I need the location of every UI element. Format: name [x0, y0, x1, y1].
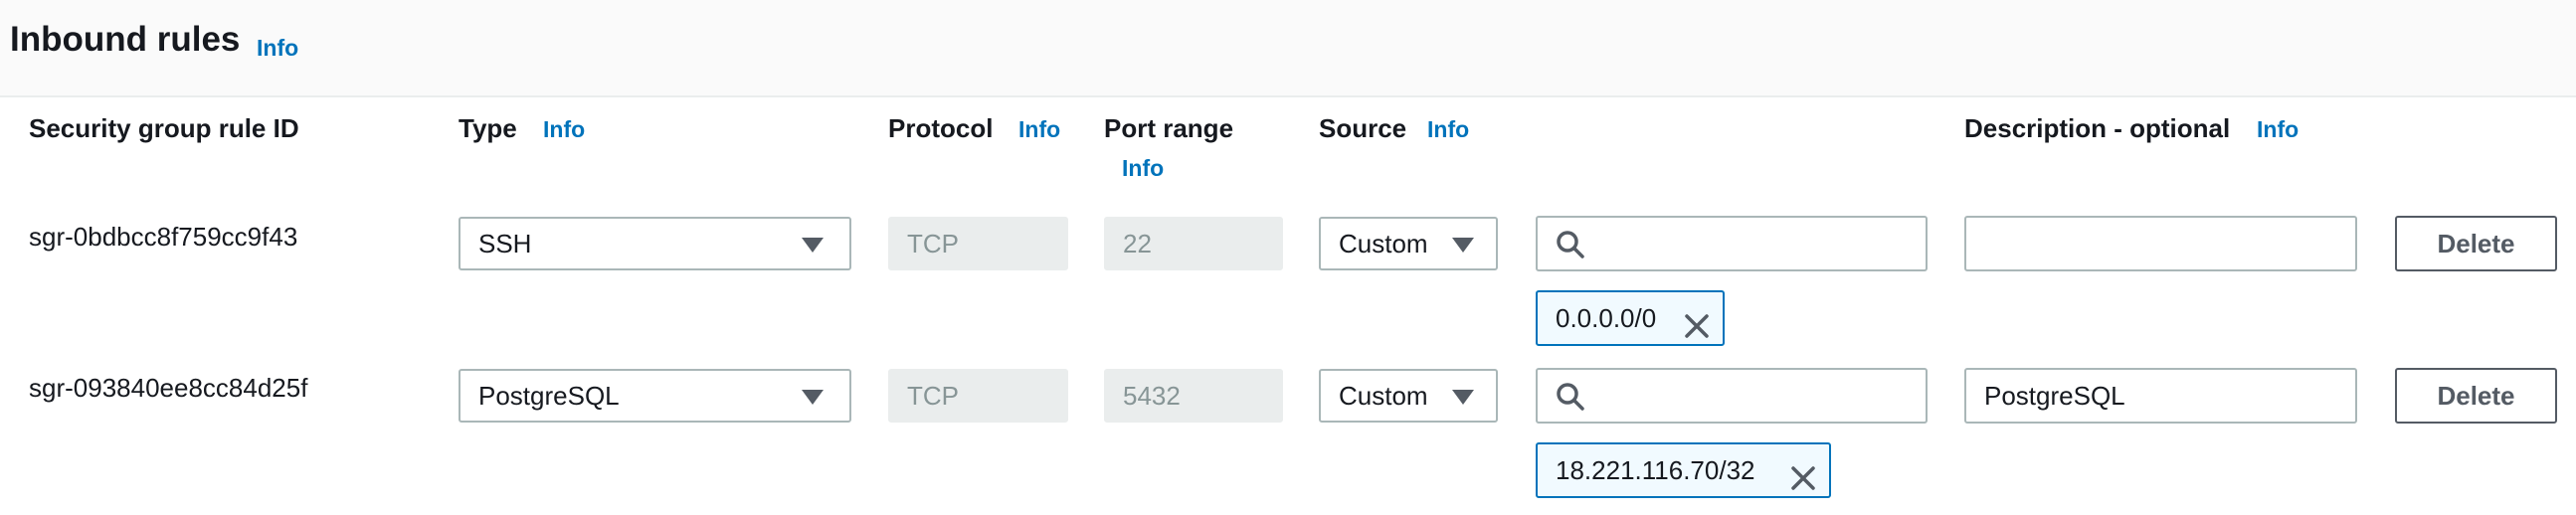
search-icon	[1556, 230, 1585, 264]
type-select[interactable]: SSH	[459, 217, 851, 270]
caret-down-icon	[1452, 390, 1474, 405]
port-range-field: 5432	[1104, 369, 1283, 423]
rule-id: sgr-0bdbcc8f759cc9f43	[29, 222, 298, 252]
delete-button[interactable]: Delete	[2395, 216, 2557, 271]
source-info-link[interactable]: Info	[1427, 116, 1469, 143]
column-header-source: Source	[1319, 113, 1407, 143]
column-header-type: Type	[459, 113, 517, 143]
rule-id: sgr-093840ee8cc84d25f	[29, 373, 308, 403]
source-type-select[interactable]: Custom	[1319, 217, 1498, 270]
caret-down-icon	[802, 390, 824, 405]
protocol-info-link[interactable]: Info	[1018, 116, 1060, 143]
source-search-input[interactable]	[1597, 218, 1920, 271]
search-icon	[1556, 382, 1585, 417]
source-search-field[interactable]	[1536, 368, 1928, 424]
protocol-field: TCP	[888, 217, 1068, 270]
close-icon[interactable]	[1683, 305, 1711, 357]
column-header-rule-id: Security group rule ID	[29, 113, 299, 143]
source-type-select[interactable]: Custom	[1319, 369, 1498, 423]
description-input[interactable]	[1964, 216, 2357, 271]
column-header-port-range: Port range	[1104, 113, 1234, 143]
description-input[interactable]	[1964, 368, 2357, 424]
section-title: Inbound rules	[10, 20, 241, 59]
section-header: Inbound rules Info	[0, 0, 2576, 97]
source-search-field[interactable]	[1536, 216, 1928, 271]
close-icon[interactable]	[1789, 457, 1817, 509]
source-type-value: Custom	[1339, 381, 1428, 411]
column-header-protocol: Protocol	[888, 113, 994, 143]
source-cidr-token: 0.0.0.0/0	[1536, 290, 1725, 346]
port-range-info-link[interactable]: Info	[1122, 155, 1164, 182]
type-select-value: PostgreSQL	[478, 381, 620, 411]
source-type-value: Custom	[1339, 229, 1428, 258]
cidr-value: 18.221.116.70/32	[1556, 455, 1755, 485]
source-cidr-token: 18.221.116.70/32	[1536, 442, 1831, 498]
port-range-field: 22	[1104, 217, 1283, 270]
source-search-input[interactable]	[1597, 370, 1920, 424]
type-select-value: SSH	[478, 229, 532, 258]
type-info-link[interactable]: Info	[543, 116, 585, 143]
description-info-link[interactable]: Info	[2257, 116, 2299, 143]
header-info-link[interactable]: Info	[257, 35, 298, 62]
type-select[interactable]: PostgreSQL	[459, 369, 851, 423]
caret-down-icon	[1452, 238, 1474, 253]
protocol-field: TCP	[888, 369, 1068, 423]
delete-button[interactable]: Delete	[2395, 368, 2557, 424]
caret-down-icon	[802, 238, 824, 253]
cidr-value: 0.0.0.0/0	[1556, 303, 1657, 333]
column-header-description: Description - optional	[1964, 113, 2231, 143]
